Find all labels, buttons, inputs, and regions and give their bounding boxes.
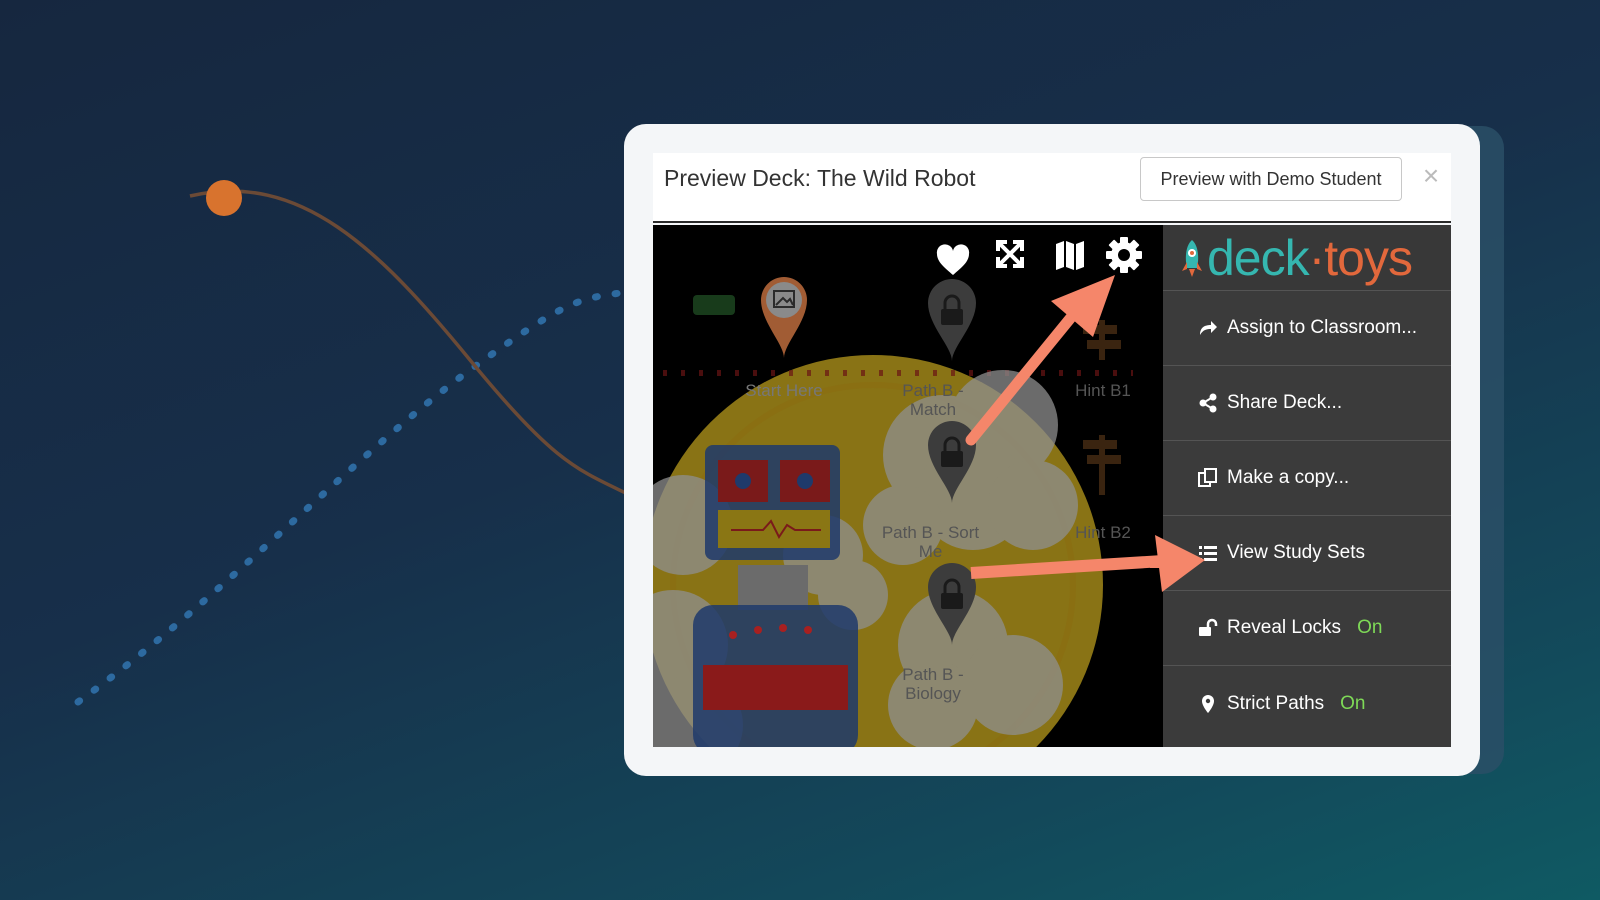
fullscreen-icon[interactable] <box>996 240 1024 268</box>
strict-paths-label: Strict Paths <box>1227 692 1325 714</box>
make-copy-label: Make a copy... <box>1227 467 1350 488</box>
share-nodes-icon <box>1199 393 1217 413</box>
map-pin-icon <box>1202 694 1214 713</box>
modal-title: Preview Deck: The Wild Robot <box>664 165 976 191</box>
close-button[interactable]: × <box>1416 159 1446 193</box>
logo-wordmark: deck·toys <box>1207 229 1413 286</box>
reveal-locks-item[interactable]: Reveal Locks On <box>1163 591 1451 666</box>
copy-icon <box>1198 468 1217 487</box>
view-study-sets-label: View Study Sets <box>1227 542 1366 563</box>
logo-dot: · <box>1308 229 1326 286</box>
strict-paths-item[interactable]: Strict Paths On <box>1163 666 1451 741</box>
share-deck-label: Share Deck... <box>1227 392 1343 413</box>
logo-word-right: toys <box>1324 229 1413 286</box>
map-label-path-b-match: Path B - Match <box>902 381 964 419</box>
map-label-path-b-biology: Path B - Biology <box>902 665 964 703</box>
map-label-hint-b1: Hint B1 <box>1075 381 1131 400</box>
map-icon[interactable] <box>1056 241 1084 270</box>
brown-curve <box>189 189 641 502</box>
locked-pins <box>928 279 976 645</box>
strict-paths-status[interactable]: On <box>1340 693 1365 715</box>
settings-menu: deck·toys Assign to Classroom... Share D… <box>1163 225 1451 747</box>
preview-demo-student-button[interactable]: Preview with Demo Student <box>1140 157 1402 201</box>
map-label-start-here: Start Here <box>745 381 823 400</box>
map-label-path-b-sort: Path B - Sort Me <box>881 523 980 561</box>
orange-dot <box>206 180 242 216</box>
deck-map-preview[interactable]: Start Here Path B - Match Hint B1 Path B… <box>653 225 1163 747</box>
assign-to-classroom-item[interactable]: Assign to Classroom... <box>1163 291 1451 366</box>
deck-toys-logo: deck·toys <box>1163 225 1451 291</box>
reveal-locks-label: Reveal Locks <box>1227 617 1342 638</box>
hint-signposts <box>1083 320 1121 495</box>
gear-icon[interactable] <box>1106 237 1142 273</box>
make-copy-item[interactable]: Make a copy... <box>1163 441 1451 516</box>
unlock-icon <box>1199 618 1218 636</box>
map-label-hint-b2: Hint B2 <box>1075 523 1131 542</box>
reveal-locks-status[interactable]: On <box>1357 617 1382 639</box>
logo-word-left: deck <box>1207 229 1310 286</box>
dotted-curve <box>74 286 644 706</box>
share-deck-item[interactable]: Share Deck... <box>1163 366 1451 441</box>
modal-header: Preview Deck: The Wild Robot Preview wit… <box>653 153 1451 223</box>
assign-label: Assign to Classroom... <box>1227 317 1418 338</box>
start-here-pin <box>761 277 807 358</box>
rocket-icon <box>1182 239 1202 277</box>
annotation-arrow-study-sets <box>1150 535 1205 592</box>
heart-icon[interactable] <box>936 244 970 275</box>
share-arrow-icon <box>1200 321 1217 335</box>
